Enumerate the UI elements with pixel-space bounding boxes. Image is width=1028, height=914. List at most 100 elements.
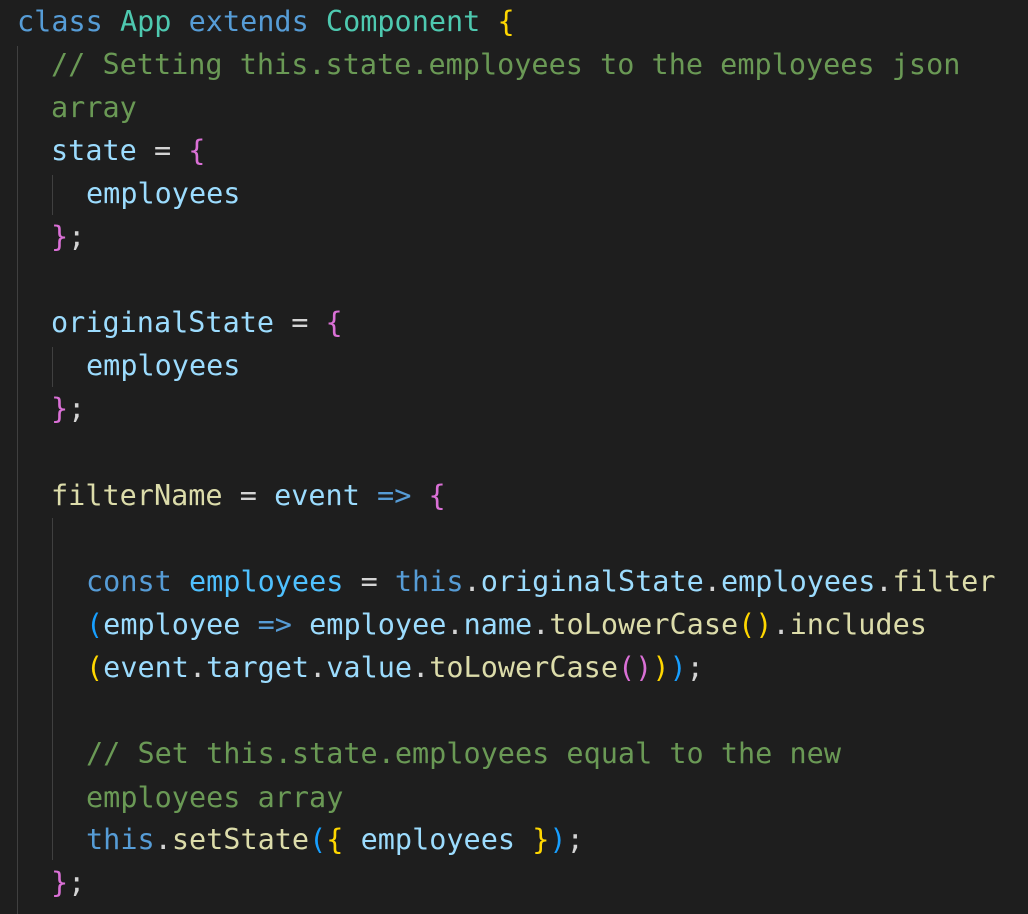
code-line[interactable]: const employees = this.originalState.emp…: [0, 560, 996, 603]
code-token: value: [326, 651, 413, 684]
code-line[interactable]: };: [0, 215, 85, 258]
code-token: (: [86, 608, 104, 641]
code-token: .: [463, 565, 481, 598]
code-token: {: [428, 479, 446, 512]
code-token: this: [394, 565, 464, 598]
code-token: event: [274, 479, 360, 512]
code-token: {: [188, 134, 206, 167]
code-token: setState: [171, 823, 310, 856]
code-token: originalState: [480, 565, 704, 598]
code-token: .: [875, 565, 893, 598]
code-token: .: [446, 608, 464, 641]
code-line[interactable]: employees array: [0, 776, 343, 819]
code-token: =: [343, 565, 395, 598]
code-token: array: [51, 91, 137, 124]
code-line[interactable]: employees: [0, 344, 240, 387]
code-token: {: [497, 5, 515, 38]
code-token: employees array: [86, 781, 344, 814]
code-line[interactable]: // Set this.state.employees equal to the…: [0, 732, 841, 775]
code-token: ;: [68, 220, 86, 253]
code-token: }: [51, 392, 69, 425]
code-line[interactable]: class App extends Component {: [0, 0, 515, 43]
code-token: Component: [325, 5, 481, 38]
code-token: extends: [188, 5, 309, 38]
code-token: originalState: [51, 306, 275, 339]
code-token: .: [188, 651, 207, 684]
code-token: =: [274, 306, 326, 339]
code-token: state: [51, 134, 137, 167]
code-token: employees: [86, 177, 241, 210]
code-token: this: [86, 823, 155, 856]
code-token: {: [326, 823, 344, 856]
code-token: employee: [103, 608, 241, 641]
code-line[interactable]: originalState = {: [0, 301, 343, 344]
code-token: ;: [566, 823, 584, 856]
code-token: const: [86, 565, 172, 598]
code-token: (): [617, 651, 653, 684]
code-token: target: [206, 651, 310, 684]
code-token: .: [772, 608, 790, 641]
code-token: .: [154, 823, 172, 856]
code-line[interactable]: state = {: [0, 129, 205, 172]
code-token: =: [222, 479, 275, 512]
code-line[interactable]: [0, 430, 51, 473]
code-token: event: [103, 651, 189, 684]
code-token: ): [549, 823, 567, 856]
code-token: filterName: [51, 479, 223, 512]
code-editor[interactable]: class App extends Component { // Setting…: [0, 0, 1028, 914]
code-token: toLowerCase: [549, 608, 739, 641]
code-token: employees: [188, 565, 344, 598]
code-token: // Setting this.state.employees to the e…: [51, 48, 961, 81]
code-token: ): [652, 651, 670, 684]
code-token: name: [463, 608, 533, 641]
code-line[interactable]: filterName = event => {: [0, 474, 446, 517]
code-token: }: [51, 220, 69, 253]
code-token: // Set this.state.employees equal to the…: [86, 737, 841, 770]
code-token: =>: [377, 479, 412, 512]
code-token: ): [669, 651, 687, 684]
code-token: ;: [68, 392, 86, 425]
code-token: }: [51, 866, 69, 899]
code-token: =>: [257, 608, 292, 641]
code-token: {: [325, 306, 343, 339]
code-token: ;: [68, 866, 86, 899]
code-token: (): [738, 608, 773, 641]
code-token: ;: [686, 651, 704, 684]
code-line[interactable]: [0, 517, 86, 560]
code-line[interactable]: [0, 258, 51, 301]
code-line[interactable]: };: [0, 861, 85, 904]
code-token: includes: [789, 608, 927, 641]
code-token: filter: [892, 565, 996, 598]
code-token: .: [532, 608, 550, 641]
code-token: }: [532, 823, 550, 856]
code-token: toLowerCase: [429, 651, 618, 684]
code-line[interactable]: array: [0, 86, 137, 129]
code-token: .: [412, 651, 430, 684]
code-token: (: [86, 651, 104, 684]
code-line[interactable]: (employee => employee.name.toLowerCase()…: [0, 603, 927, 646]
code-line[interactable]: (event.target.value.toLowerCase()));: [0, 646, 704, 689]
code-line[interactable]: [0, 689, 86, 732]
code-token: class: [17, 5, 103, 38]
code-token: .: [703, 565, 721, 598]
code-token: =: [136, 134, 189, 167]
code-line[interactable]: employees: [0, 172, 240, 215]
code-line[interactable]: this.setState({ employees });: [0, 818, 584, 861]
code-token: .: [309, 651, 327, 684]
code-line[interactable]: // Setting this.state.employees to the e…: [0, 43, 960, 86]
code-line[interactable]: };: [0, 387, 85, 430]
code-token: employee: [309, 608, 447, 641]
code-token: employees: [720, 565, 876, 598]
code-token: App: [119, 5, 172, 38]
